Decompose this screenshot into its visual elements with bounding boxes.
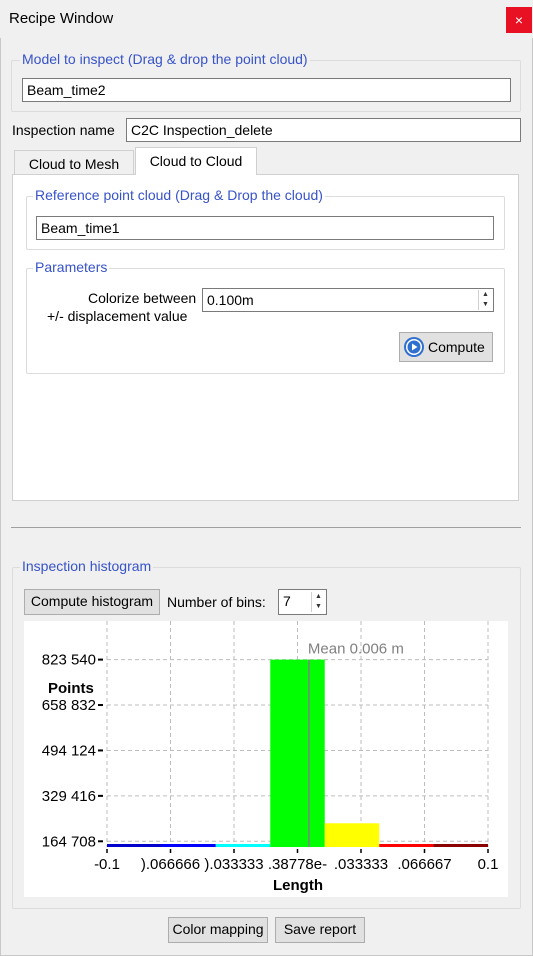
spin-up-icon[interactable]: ▲ xyxy=(479,290,492,300)
spin-down-icon[interactable]: ▼ xyxy=(479,300,492,310)
colorize-spin-arrows[interactable]: ▲ ▼ xyxy=(478,290,492,310)
mean-label: Mean 0.006 m xyxy=(308,641,404,658)
reference-group-title: Reference point cloud (Drag & Drop the c… xyxy=(33,187,325,203)
y-axis-title: Points xyxy=(48,680,94,697)
histogram-svg: Mean 0.006 m Points 164 708 329 416 494 124 6… xyxy=(42,621,499,894)
histogram-chart: Mean 0.006 m Points 164 708 329 416 494 124 6… xyxy=(24,621,508,897)
histogram-group-title: Inspection histogram xyxy=(20,558,154,574)
play-circle-icon xyxy=(404,337,424,357)
x-axis-title: Length xyxy=(273,877,323,894)
spin-down-icon[interactable]: ▼ xyxy=(312,602,325,612)
compute-button-label: Compute xyxy=(428,339,485,355)
y-tick-label: 164 708 xyxy=(42,833,96,850)
separator xyxy=(11,527,521,528)
histogram-bar xyxy=(215,844,271,847)
x-tick-label: .066667 xyxy=(397,856,451,873)
tab-cloud-to-cloud[interactable]: Cloud to Cloud xyxy=(135,147,257,175)
x-tick-label: .033333 xyxy=(334,856,388,873)
x-tick-label: -0.1 xyxy=(94,856,120,873)
y-tick-label: 823 540 xyxy=(42,652,96,669)
colorize-label-line2: +/- displacement value xyxy=(47,308,188,324)
bins-label: Number of bins: xyxy=(167,594,266,610)
x-tick-label: .38778e- xyxy=(268,856,327,873)
histogram-bar xyxy=(433,844,488,847)
parameters-group-title: Parameters xyxy=(33,259,110,275)
model-group-title: Model to inspect (Drag & drop the point … xyxy=(20,51,310,67)
histogram-bar xyxy=(379,844,434,847)
title-bar: Recipe Window × xyxy=(0,0,533,38)
histogram-bar xyxy=(107,844,162,847)
window-title: Recipe Window xyxy=(9,10,114,27)
histogram-bar xyxy=(161,844,216,847)
inspection-name-input[interactable]: C2C Inspection_delete xyxy=(126,118,521,142)
x-tick-label: 0.1 xyxy=(478,856,499,873)
bins-value: 7 xyxy=(283,593,291,609)
color-mapping-button[interactable]: Color mapping xyxy=(168,917,268,943)
y-tick-label: 494 124 xyxy=(42,742,96,759)
x-tick-label: ).033333 xyxy=(204,856,263,873)
colorize-value-spinbox[interactable]: 0.100m xyxy=(202,288,494,312)
inspection-name-label: Inspection name xyxy=(12,122,115,138)
colorize-label-line1: Colorize between xyxy=(88,290,197,306)
y-tick-label: 658 832 xyxy=(42,697,96,714)
compute-button[interactable]: Compute xyxy=(399,332,493,362)
x-tick-label: ).066666 xyxy=(141,856,200,873)
colorize-value: 0.100m xyxy=(207,292,254,308)
histogram-bar xyxy=(324,823,380,847)
save-report-button[interactable]: Save report xyxy=(275,917,365,943)
model-input[interactable]: Beam_time2 xyxy=(22,78,511,102)
tab-cloud-to-mesh[interactable]: Cloud to Mesh xyxy=(14,150,134,175)
compute-histogram-button[interactable]: Compute histogram xyxy=(24,589,160,615)
y-tick-label: 329 416 xyxy=(42,788,96,805)
histogram-bar xyxy=(270,659,325,847)
reference-input[interactable]: Beam_time1 xyxy=(36,216,494,240)
spin-up-icon[interactable]: ▲ xyxy=(312,592,325,602)
close-icon[interactable]: × xyxy=(506,7,532,33)
bins-spin-arrows[interactable]: ▲ ▼ xyxy=(311,592,325,612)
